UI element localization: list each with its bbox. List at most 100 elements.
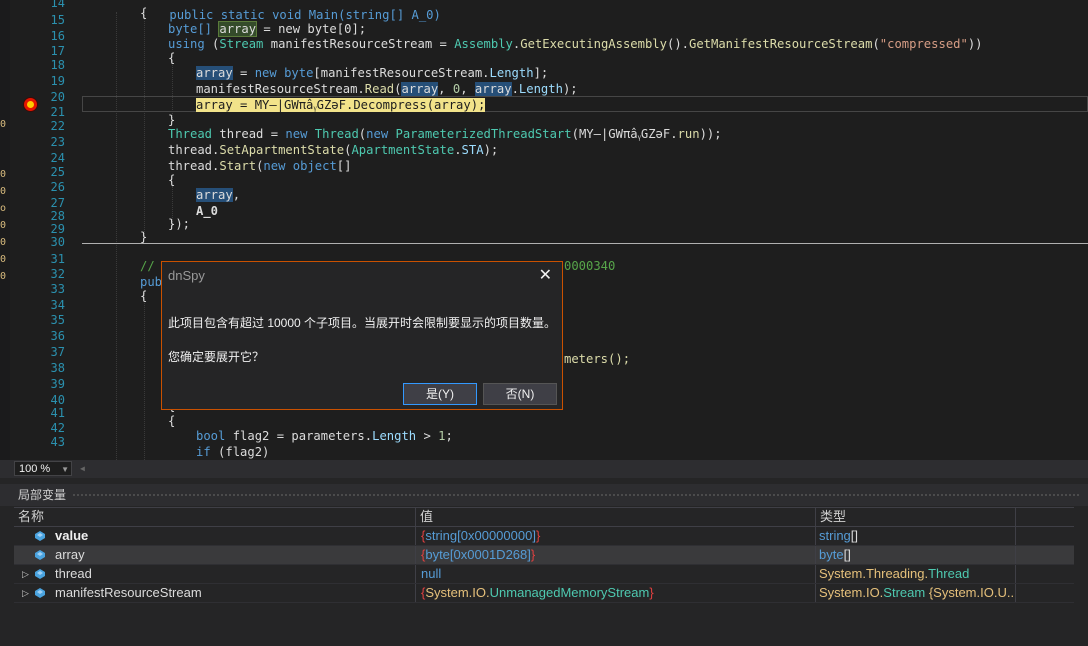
line-number: 15 xyxy=(50,13,65,27)
code-text: (MY—|GWπâᵧGZəF. xyxy=(571,127,678,141)
code-type[interactable]: Thread xyxy=(315,127,359,141)
code-line[interactable]: manifestResourceStream.Read(array, 0, ar… xyxy=(196,81,1088,97)
code-property[interactable]: STA xyxy=(462,143,484,157)
code-reference[interactable]: array xyxy=(196,66,233,80)
code-line[interactable]: { xyxy=(140,5,1088,21)
code-comment: // xyxy=(140,259,155,273)
name-cell: value xyxy=(14,527,416,545)
code-line[interactable]: { xyxy=(168,172,1088,188)
value-cell[interactable]: {System.IO.UnmanagedMemoryStream} xyxy=(416,584,816,602)
code-type[interactable]: Thread xyxy=(168,127,212,141)
code-line[interactable]: if (flag2) xyxy=(196,444,1088,460)
code-reference[interactable]: array xyxy=(218,21,258,37)
type-text: System.Threading. xyxy=(819,566,929,581)
code-string: "compressed" xyxy=(879,37,968,51)
code-property[interactable]: Length xyxy=(490,66,534,80)
code-keyword: new xyxy=(285,127,308,141)
table-row[interactable]: value {string[0x00000000]} string[] xyxy=(14,527,1074,546)
code-type[interactable]: ApartmentState xyxy=(351,143,454,157)
code-text: )); xyxy=(699,127,722,141)
code-text: , xyxy=(460,82,475,96)
code-line[interactable]: bool flag2 = parameters.Length > 1; xyxy=(196,428,1088,444)
locals-table: 名称 值 类型 value {string[0x00000000]} strin… xyxy=(14,507,1074,603)
indent-guide xyxy=(144,12,146,238)
code-text: { xyxy=(168,414,176,428)
column-header-name[interactable]: 名称 xyxy=(14,508,416,526)
line-number: 39 xyxy=(50,377,65,391)
line-number: 23 xyxy=(50,135,65,149)
code-type[interactable]: Stream xyxy=(219,37,263,51)
line-number: 43 xyxy=(50,435,65,449)
dialog-title: dnSpy xyxy=(168,268,205,283)
code-method[interactable]: Read xyxy=(365,82,394,96)
code-text: (flag2) xyxy=(210,445,270,459)
code-text: [] xyxy=(336,159,352,173)
code-reference[interactable]: array xyxy=(401,82,439,96)
code-line[interactable]: array = new byte[manifestResourceStream.… xyxy=(196,65,1088,81)
code-text: } xyxy=(140,230,148,244)
line-number-gutter[interactable]: 14 15 16 17 18 19 20 21 22 23 24 25 26 2… xyxy=(10,0,68,460)
value-cell[interactable]: {byte[0x0001D268]} xyxy=(416,546,816,564)
chevron-down-icon[interactable]: ▼ xyxy=(61,462,69,477)
code-type[interactable]: Assembly xyxy=(454,37,513,51)
value-namespace: System.IO. xyxy=(425,585,490,600)
code-line[interactable]: meters(); xyxy=(564,351,1088,367)
code-method[interactable]: SetApartmentState xyxy=(219,143,344,157)
table-row[interactable]: ▷ manifestResourceStream {System.IO.Unma… xyxy=(14,584,1074,603)
code-reference[interactable]: array xyxy=(474,82,512,96)
code-method[interactable]: Start xyxy=(219,159,256,173)
code-property[interactable]: Length xyxy=(519,82,563,96)
code-method[interactable]: run xyxy=(678,127,700,141)
panel-grip[interactable] xyxy=(72,493,1080,498)
close-icon[interactable]: ✕ xyxy=(539,266,552,286)
current-statement-text[interactable]: array = MY—|GWπâᵧGZəF.Decompress(array); xyxy=(196,98,486,112)
local-variable-icon xyxy=(35,531,45,541)
code-method[interactable]: GetManifestResourceStream xyxy=(689,37,872,51)
line-number: 20 xyxy=(50,90,65,104)
line-number: 16 xyxy=(50,29,65,43)
yes-button[interactable]: 是(Y) xyxy=(403,383,477,405)
code-method[interactable]: meters(); xyxy=(564,352,630,366)
code-text: ); xyxy=(562,82,578,96)
table-row[interactable]: array {byte[0x0001D268]} byte[] xyxy=(14,546,1074,565)
left-margin-mark: 0 xyxy=(0,254,7,265)
line-number: 30 xyxy=(50,235,65,249)
code-text: thread. xyxy=(168,143,220,157)
value-cell[interactable]: null xyxy=(416,565,816,583)
code-property[interactable]: Length xyxy=(372,429,416,443)
line-number: 33 xyxy=(50,282,65,296)
code-text: manifestResourceStream. xyxy=(196,82,365,96)
code-keyword: if xyxy=(196,445,211,459)
left-margin-mark: 0 xyxy=(0,220,7,231)
code-type[interactable]: ParameterizedThreadStart xyxy=(396,127,572,141)
code-line[interactable]: Thread thread = new Thread(new Parameter… xyxy=(168,126,1088,142)
code-line[interactable]: { xyxy=(168,413,1088,429)
code-text: { xyxy=(168,51,176,65)
locals-table-header: 名称 值 类型 xyxy=(14,507,1074,527)
column-header-type[interactable]: 类型 xyxy=(816,508,1016,526)
code-line[interactable]: array, xyxy=(196,187,1088,203)
locals-panel-title[interactable]: 局部变量 xyxy=(0,484,1088,506)
code-line[interactable]: { xyxy=(168,50,1088,66)
no-button[interactable]: 否(N) xyxy=(483,383,557,405)
panel-title-text: 局部变量 xyxy=(18,488,67,502)
zoom-selector[interactable]: 100 % ▼ xyxy=(14,461,72,476)
current-statement[interactable]: array = MY—|GWπâᵧGZəF.Decompress(array); xyxy=(196,97,1088,113)
column-header-value[interactable]: 值 xyxy=(416,508,816,526)
scroll-left-icon[interactable]: ◀ xyxy=(80,464,85,473)
value-cell[interactable]: {string[0x00000000]} xyxy=(416,527,816,545)
code-method[interactable]: GetExecutingAssembly xyxy=(520,37,667,51)
code-text: > xyxy=(416,429,439,443)
code-reference[interactable]: array xyxy=(196,188,233,202)
expand-arrow-icon[interactable]: ▷ xyxy=(22,565,29,583)
line-number: 41 xyxy=(50,406,65,420)
breakpoint-icon[interactable] xyxy=(24,98,37,111)
value-text: [0x0001D268] xyxy=(449,547,531,562)
expand-arrow-icon[interactable]: ▷ xyxy=(22,584,29,602)
code-line[interactable]: byte[] array = new byte[0]; xyxy=(168,21,1088,37)
code-line[interactable]: 0000340 xyxy=(564,258,1088,274)
code-line[interactable]: thread.SetApartmentState(ApartmentState.… xyxy=(168,142,1088,158)
variable-name: manifestResourceStream xyxy=(55,585,202,600)
table-row[interactable]: ▷ thread null System.Threading.Thread xyxy=(14,565,1074,584)
type-text: byte xyxy=(819,547,844,562)
